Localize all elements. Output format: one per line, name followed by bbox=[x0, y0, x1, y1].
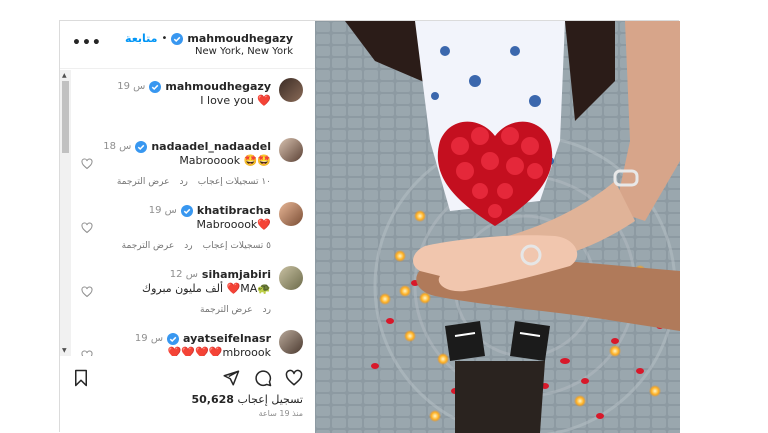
comment-like-heart-icon[interactable] bbox=[81, 350, 93, 356]
post-timestamp[interactable]: منذ 19 ساعة bbox=[259, 409, 303, 418]
reply-button[interactable]: رد bbox=[184, 241, 192, 251]
post-side-panel: ••• متابعة • mahmoudhegazy New York, New… bbox=[60, 21, 315, 433]
verified-badge-icon bbox=[167, 332, 180, 345]
header-username-link[interactable]: mahmoudhegazy bbox=[187, 32, 293, 45]
comment-username[interactable]: khatibracha bbox=[197, 204, 271, 217]
post-action-bar bbox=[60, 361, 315, 391]
more-options-button[interactable]: ••• bbox=[72, 35, 102, 51]
verified-badge-icon bbox=[180, 204, 193, 217]
comment-username[interactable]: sihamjabiri bbox=[202, 268, 271, 281]
see-translation-button[interactable]: عرض الترجمة bbox=[117, 177, 170, 187]
likes-number: 50,628 bbox=[191, 393, 234, 406]
comment-text: ❤️❤️❤️❤️mbroook bbox=[167, 346, 271, 356]
comment-item: 19 س khatibracha Mabrooook❤️ ٥ تسجيلات إ… bbox=[81, 202, 303, 258]
comment-time: 19 س bbox=[117, 81, 146, 92]
comment-username[interactable]: mahmoudhegazy bbox=[165, 80, 271, 93]
scrollbar-thumb[interactable] bbox=[62, 81, 69, 153]
send-icon[interactable] bbox=[222, 369, 240, 387]
comment-text: Mabrooook❤️ bbox=[196, 218, 271, 231]
comment-like-heart-icon[interactable] bbox=[81, 158, 93, 170]
avatar[interactable] bbox=[279, 266, 303, 290]
location-link[interactable]: New York, New York bbox=[195, 46, 293, 57]
comment-header: 19 س mahmoudhegazy bbox=[117, 80, 271, 93]
verified-badge-icon bbox=[135, 140, 148, 153]
post-photo[interactable] bbox=[315, 21, 680, 433]
comments-list[interactable]: ▲ ▼ 19 س mahmoudhegazy I love you ❤️ 18 … bbox=[60, 70, 315, 356]
comment-username[interactable]: ayatseifelnasr bbox=[183, 332, 271, 345]
post-modal: ••• متابعة • mahmoudhegazy New York, New… bbox=[59, 20, 680, 433]
scroll-up-arrow-icon[interactable]: ▲ bbox=[62, 72, 67, 79]
reply-button[interactable]: رد bbox=[179, 177, 187, 187]
comment-header: 19 س ayatseifelnasr bbox=[135, 332, 271, 345]
comment-header: 18 س nadaadel_nadaadel bbox=[103, 140, 271, 153]
comment-header: 19 س khatibracha bbox=[149, 204, 271, 217]
comment-icon[interactable] bbox=[254, 369, 272, 387]
comment-item: 19 س ayatseifelnasr ❤️❤️❤️❤️mbroook bbox=[81, 330, 303, 356]
comment-text: Mabrooook 🤩🤩 bbox=[179, 154, 271, 167]
comment-username[interactable]: nadaadel_nadaadel bbox=[151, 140, 271, 153]
verified-badge-icon bbox=[171, 32, 184, 45]
comment-item: 12 س sihamjabiri ألف مليون مبروك ❤️MA🐢 ر… bbox=[81, 266, 303, 322]
header-title-row: متابعة • mahmoudhegazy bbox=[125, 32, 293, 45]
avatar[interactable] bbox=[279, 138, 303, 162]
bookmark-icon[interactable] bbox=[72, 369, 90, 387]
scrollbar[interactable]: ▲ ▼ bbox=[60, 70, 71, 356]
see-translation-button[interactable]: عرض الترجمة bbox=[122, 241, 175, 251]
comment-meta: ٥ تسجيلات إعجاب رد عرض الترجمة bbox=[122, 241, 271, 251]
comment-time: 18 س bbox=[103, 141, 132, 152]
post-header: ••• متابعة • mahmoudhegazy New York, New… bbox=[60, 21, 315, 69]
scroll-down-arrow-icon[interactable]: ▼ bbox=[62, 347, 67, 354]
comment-likes-count[interactable]: ١٠ تسجيلات إعجاب bbox=[198, 177, 271, 187]
comment-likes-count[interactable]: ٥ تسجيلات إعجاب bbox=[203, 241, 271, 251]
verified-badge-icon bbox=[149, 80, 162, 93]
engagement-photo-illustration bbox=[315, 21, 680, 433]
separator-dot: • bbox=[161, 33, 168, 44]
comment-meta: رد عرض الترجمة bbox=[200, 305, 271, 315]
comment-header: 12 س sihamjabiri bbox=[170, 268, 271, 281]
avatar[interactable] bbox=[279, 202, 303, 226]
comment-like-heart-icon[interactable] bbox=[81, 286, 93, 298]
comment-time: 12 س bbox=[169, 269, 198, 280]
likes-label: تسجيل إعجاب bbox=[237, 393, 303, 406]
follow-button[interactable]: متابعة bbox=[125, 32, 157, 45]
comment-item: 19 س mahmoudhegazy I love you ❤️ bbox=[83, 78, 303, 122]
comment-time: 19 س bbox=[148, 205, 177, 216]
comment-item: 18 س nadaadel_nadaadel Mabrooook 🤩🤩 ١٠ ت… bbox=[81, 138, 303, 194]
comment-text: I love you ❤️ bbox=[200, 94, 271, 107]
avatar[interactable] bbox=[279, 78, 303, 102]
comment-text: ألف مليون مبروك ❤️MA🐢 bbox=[142, 282, 271, 295]
comment-meta: ١٠ تسجيلات إعجاب رد عرض الترجمة bbox=[117, 177, 271, 187]
reply-button[interactable]: رد bbox=[263, 305, 271, 315]
see-translation-button[interactable]: عرض الترجمة bbox=[200, 305, 253, 315]
avatar[interactable] bbox=[279, 330, 303, 354]
comment-like-heart-icon[interactable] bbox=[81, 222, 93, 234]
comment-time: 19 س bbox=[134, 333, 164, 344]
heart-icon[interactable] bbox=[285, 369, 303, 387]
likes-count[interactable]: 50,628 تسجيل إعجاب bbox=[191, 393, 303, 406]
